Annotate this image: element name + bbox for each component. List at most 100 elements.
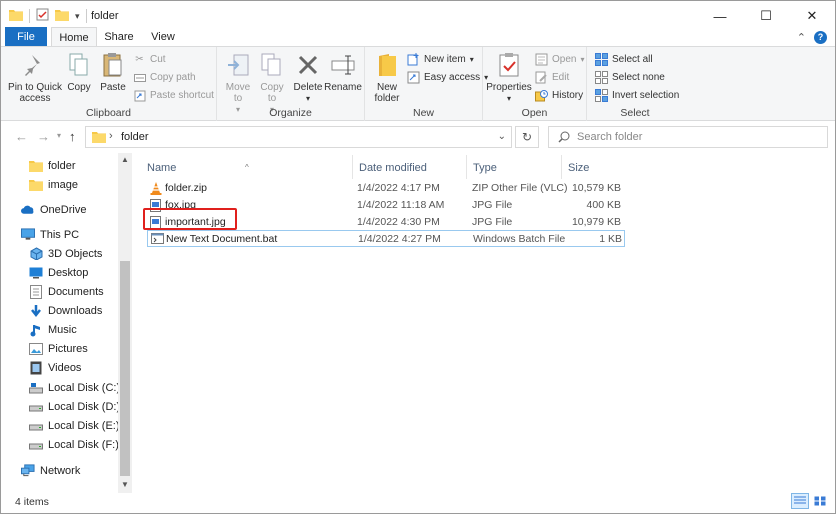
- search-box[interactable]: [548, 126, 828, 148]
- details-view-icon[interactable]: [791, 493, 809, 509]
- open-button[interactable]: Open ▾: [535, 53, 584, 66]
- new-item-button[interactable]: New item ▾: [407, 53, 474, 66]
- column-header-size[interactable]: Size: [562, 157, 626, 179]
- address-dropdown-icon[interactable]: ⌄: [498, 131, 506, 142]
- copy-to-icon: [258, 51, 286, 79]
- status-bar: 4 items: [1, 493, 835, 513]
- invert-selection-button[interactable]: Invert selection: [595, 89, 679, 102]
- scroll-up-icon[interactable]: ▲: [121, 155, 129, 164]
- column-header-type[interactable]: Type: [467, 157, 562, 179]
- rename-button[interactable]: Rename: [324, 51, 362, 93]
- copy-path-button[interactable]: Copy path: [133, 71, 196, 84]
- easy-access-icon: [407, 71, 420, 84]
- tab-file[interactable]: File: [5, 27, 47, 47]
- up-arrow-icon[interactable]: ↑: [69, 129, 76, 144]
- move-to-button[interactable]: Move to ▾: [221, 51, 255, 115]
- clipboard-group-label: Clipboard: [86, 107, 131, 119]
- ribbon-tabs: File Home Share View ⌃ ?: [1, 27, 835, 47]
- navigation-pane: folder image OneDrive This PC 3D Objects…: [1, 153, 132, 493]
- new-folder-qat-icon[interactable]: [55, 9, 69, 24]
- tab-view[interactable]: View: [143, 27, 183, 47]
- invert-selection-icon: [595, 89, 608, 102]
- table-row[interactable]: folder.zip 1/4/2022 4:17 PM ZIP Other Fi…: [147, 180, 625, 197]
- breadcrumb-separator-icon: ›: [109, 130, 113, 142]
- customize-qat-icon[interactable]: ▾: [75, 11, 80, 22]
- folder-icon: [9, 9, 23, 24]
- folder-icon: [92, 131, 106, 146]
- pin-icon: [21, 51, 49, 79]
- select-group-label: Select: [620, 107, 650, 119]
- search-input[interactable]: [577, 129, 817, 145]
- open-group-label: Open: [521, 107, 548, 119]
- help-icon[interactable]: ?: [814, 31, 827, 44]
- history-button[interactable]: History: [535, 89, 583, 102]
- properties-button[interactable]: Properties ▾: [485, 51, 533, 104]
- new-folder-icon: [373, 51, 401, 79]
- open-group: Properties ▾ Open ▾ Edit History Open: [483, 47, 587, 121]
- easy-access-button[interactable]: Easy access ▾: [407, 71, 488, 84]
- delete-button[interactable]: Delete ▾: [293, 51, 323, 104]
- history-icon: [535, 89, 548, 102]
- scissors-icon: ✂: [135, 54, 144, 65]
- back-arrow-icon[interactable]: ←: [15, 129, 28, 144]
- copy-to-button[interactable]: Copy to ▾: [255, 51, 289, 115]
- tab-home[interactable]: Home: [51, 27, 97, 47]
- table-row[interactable]: New Text Document.bat 1/4/2022 4:27 PM W…: [147, 230, 625, 247]
- address-bar[interactable]: › folder ⌄: [85, 126, 512, 148]
- cloud-icon: [21, 203, 35, 217]
- new-group-label: New: [412, 107, 434, 119]
- address-row: ← → ▾ ↑ › folder ⌄ ↻: [1, 122, 835, 152]
- music-icon: [29, 323, 43, 337]
- breadcrumb[interactable]: folder: [121, 131, 149, 143]
- expand-ribbon-icon[interactable]: ⌃: [797, 31, 806, 44]
- drive-icon: [29, 419, 43, 433]
- new-folder-button[interactable]: New folder: [369, 51, 405, 104]
- paste-shortcut-button[interactable]: Paste shortcut: [133, 89, 214, 102]
- rename-icon: [329, 51, 357, 79]
- scroll-down-icon[interactable]: ▼: [121, 480, 129, 489]
- column-header-date-modified[interactable]: Date modified: [353, 157, 467, 179]
- open-icon: [535, 53, 548, 66]
- properties-icon: [495, 51, 523, 79]
- paste-button[interactable]: Paste: [98, 51, 128, 93]
- pc-icon: [21, 228, 35, 242]
- item-count: 4 items: [15, 496, 49, 508]
- forward-arrow-icon[interactable]: →: [37, 129, 50, 144]
- organize-group: Move to ▾ Copy to ▾ Delete ▾ Rename Orga…: [217, 47, 365, 121]
- recent-locations-chevron-icon[interactable]: ▾: [57, 131, 61, 140]
- refresh-button[interactable]: ↻: [515, 126, 539, 148]
- select-none-button[interactable]: Select none: [595, 71, 665, 84]
- properties-qat-icon[interactable]: [36, 8, 49, 24]
- copy-button[interactable]: Copy: [65, 51, 93, 93]
- large-icons-view-icon[interactable]: [811, 493, 829, 509]
- edit-icon: [535, 71, 548, 84]
- cube-icon: [29, 247, 43, 261]
- explorer-window: ▾ folder — ☐ ✕ File Home Share View ⌃ ? …: [0, 0, 836, 514]
- download-icon: [29, 304, 43, 318]
- delete-x-icon: [294, 51, 322, 79]
- highlight-annotation: [143, 208, 237, 230]
- clipboard-icon: [99, 51, 127, 79]
- cut-button[interactable]: ✂ Cut: [133, 53, 165, 66]
- pictures-icon: [29, 342, 43, 356]
- desktop-icon: [29, 266, 43, 280]
- window-title: folder: [91, 10, 119, 22]
- documents-icon: [29, 284, 43, 299]
- paste-shortcut-icon: [133, 89, 146, 102]
- pin-quick-access-button[interactable]: Pin to Quick access: [7, 51, 63, 104]
- tab-share[interactable]: Share: [99, 27, 139, 47]
- edit-button[interactable]: Edit: [535, 71, 569, 84]
- scrollbar-thumb[interactable]: [120, 261, 130, 476]
- copy-icon: [65, 51, 93, 79]
- nav-pane-scrollbar[interactable]: ▲ ▼: [118, 153, 132, 493]
- search-icon: [558, 131, 570, 146]
- organize-group-label: Organize: [269, 107, 312, 119]
- file-list: Name ^ Date modified Type Size folder.zi…: [141, 153, 831, 493]
- videos-icon: [29, 361, 43, 375]
- new-group: New folder New item ▾ Easy access ▾ New: [365, 47, 488, 121]
- column-header-name[interactable]: Name ^: [141, 157, 353, 179]
- drive-icon: [29, 381, 43, 395]
- select-all-button[interactable]: Select all: [595, 53, 653, 66]
- select-all-icon: [595, 53, 608, 66]
- ribbon: Pin to Quick access Copy Paste ✂ Cut Cop…: [1, 46, 835, 121]
